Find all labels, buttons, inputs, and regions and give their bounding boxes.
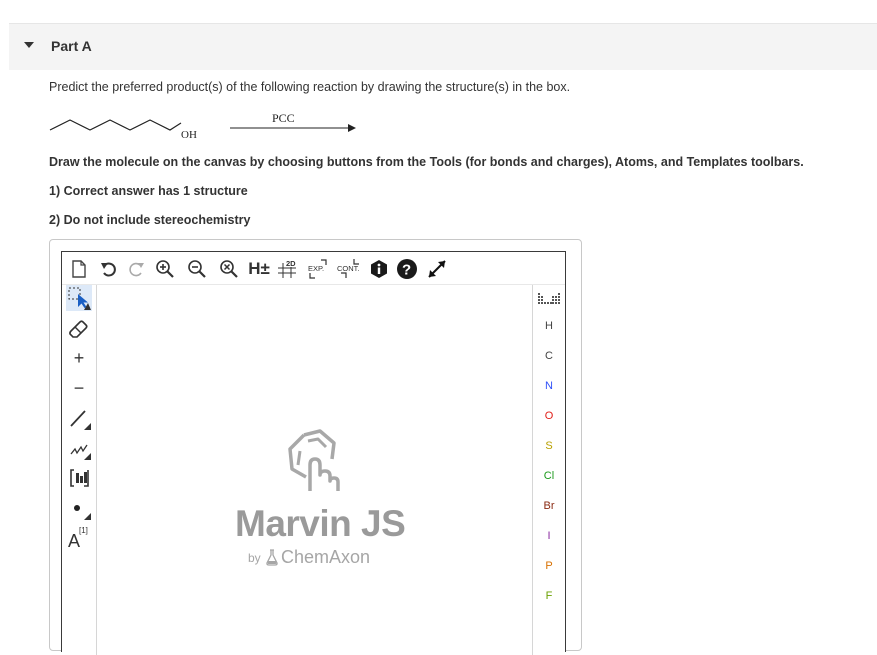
reactant-chain [49,119,182,131]
atom-button-c[interactable]: C [533,350,565,362]
periodic-table-icon[interactable] [538,291,560,307]
expand-label: EXP. [308,264,324,273]
radical-tool-icon[interactable] [66,495,92,521]
atom-button-i[interactable]: I [533,530,565,542]
expand-group-icon[interactable]: EXP. [306,258,330,280]
reagent-label: PCC [272,111,295,125]
new-document-icon[interactable] [68,258,90,280]
decrease-charge-button[interactable]: − [66,375,92,401]
instruction-item-1: 1) Correct answer has 1 structure [49,184,248,198]
instruction-item-2: 2) Do not include stereochemistry [49,213,251,227]
logo-by-text: by [248,551,261,565]
fullscreen-icon[interactable] [426,258,448,280]
chemaxon-logo-text: ChemAxon [281,547,371,567]
atom-button-f[interactable]: F [533,590,565,602]
atom-button-p[interactable]: P [533,560,565,572]
editor-frame: H± 2D EXP. CONT. ? + − A [1] Marvin JS b… [61,251,566,655]
marvin-editor: H± 2D EXP. CONT. ? + − A [1] Marvin JS b… [49,239,582,655]
eraser-tool-icon[interactable] [66,315,92,341]
undo-icon[interactable] [98,258,120,280]
collapse-caret-icon[interactable] [24,42,34,48]
instructions-text: Draw the molecule on the canvas by choos… [49,155,804,169]
reaction-scheme: OH PCC [49,111,356,141]
marvin-logo-text: Marvin JS [235,503,406,544]
part-title[interactable]: Part A [51,38,92,54]
sgroup-tool-icon[interactable] [66,465,92,491]
atom-map-tool-icon[interactable]: A [1] [66,523,92,549]
atom-button-s[interactable]: S [533,440,565,452]
part-a-header[interactable] [9,24,877,70]
svg-text:?: ? [402,262,411,279]
drawing-canvas[interactable]: Marvin JS by ChemAxon [97,285,533,655]
help-icon[interactable]: ? [396,258,418,280]
zoom-in-icon[interactable] [154,258,176,280]
top-toolbar: H± 2D EXP. CONT. ? [62,252,565,285]
hydrogen-toggle-button[interactable]: H± [246,258,272,280]
single-bond-tool-icon[interactable] [66,405,92,431]
increase-charge-button[interactable]: + [66,345,92,371]
clean-2d-label: 2D [286,259,296,268]
chemaxon-flask-icon [266,549,278,566]
atom-button-o[interactable]: O [533,410,565,422]
hydroxyl-label: OH [181,129,197,141]
info-icon[interactable] [368,258,390,280]
atom-button-br[interactable]: Br [533,500,565,512]
zoom-fit-icon[interactable] [218,258,240,280]
chain-tool-icon[interactable] [66,435,92,461]
atoms-toolbar: H C N O S Cl Br I P F [532,285,565,655]
question-prompt: Predict the preferred product(s) of the … [49,80,571,94]
tools-toolbar: + − A [1] [62,285,97,655]
contract-label: CONT. [337,264,360,273]
atom-button-cl[interactable]: Cl [533,470,565,482]
select-tool-icon[interactable] [66,285,92,311]
contract-group-icon[interactable]: CONT. [336,258,362,280]
clean-2d-icon[interactable]: 2D [276,258,298,280]
atom-button-n[interactable]: N [533,380,565,392]
arrow-head-icon [348,124,356,132]
zoom-out-icon[interactable] [186,258,208,280]
redo-icon[interactable] [126,258,148,280]
atom-button-h[interactable]: H [533,320,565,332]
atom-map-superscript: [1] [79,526,88,535]
marvin-logo-icon [288,429,340,491]
